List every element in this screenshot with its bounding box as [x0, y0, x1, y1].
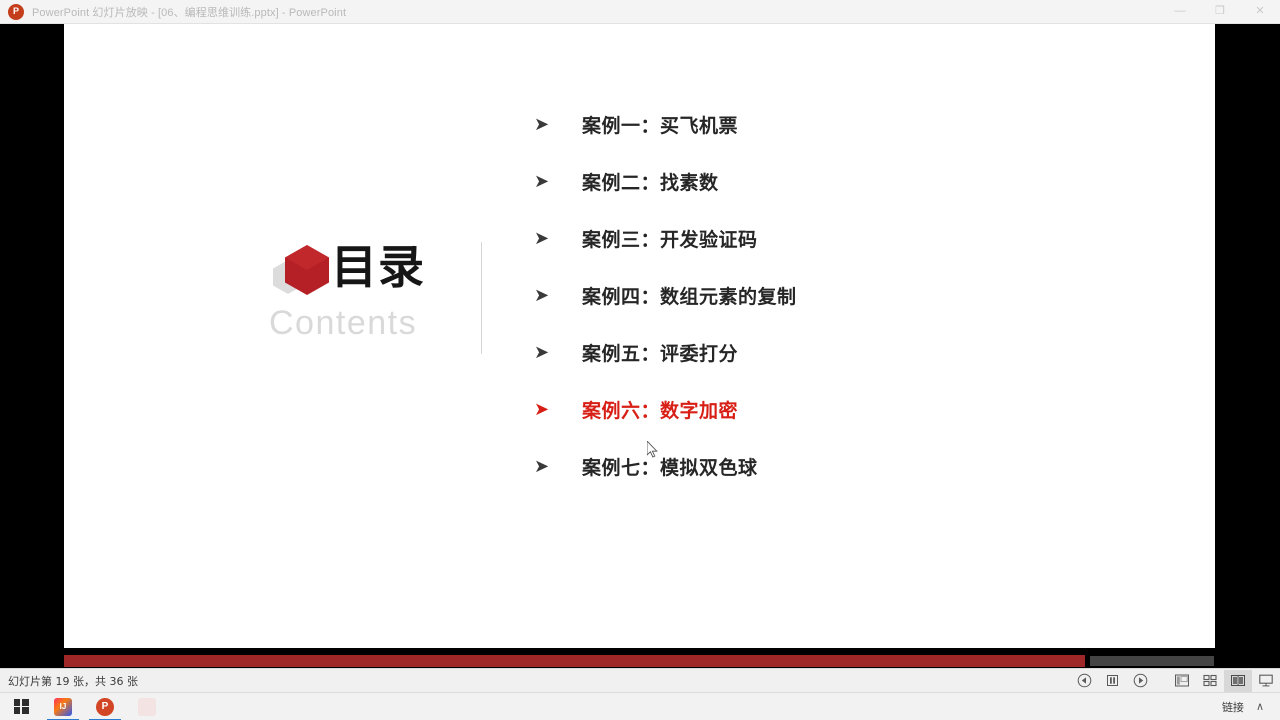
normal-view-icon — [1175, 674, 1189, 687]
slide-counter-text: 幻灯片第 19 张，共 36 张 — [8, 674, 138, 688]
window-title-bar: P PowerPoint 幻灯片放映 - [06、编程思维训练.pptx] - … — [0, 0, 1280, 24]
list-item[interactable]: ➤ 案例三：开发验证码 — [534, 210, 1174, 267]
list-item[interactable]: ➤ 案例一：买飞机票 — [534, 96, 1174, 153]
status-bar: 幻灯片第 19 张，共 36 张 — [0, 668, 1280, 692]
screen: P PowerPoint 幻灯片放映 - [06、编程思维训练.pptx] - … — [0, 0, 1280, 720]
list-item-label: 案例七：模拟双色球 — [582, 457, 758, 479]
pause-bars-icon — [1106, 675, 1118, 686]
normal-view-button[interactable] — [1168, 670, 1196, 692]
circle-play-icon — [1133, 673, 1147, 688]
list-item-label: 案例五：评委打分 — [582, 343, 739, 365]
intellij-idea-icon: IJ — [54, 697, 72, 716]
previous-slide-button[interactable] — [1070, 670, 1098, 692]
slide-sorter-button[interactable] — [1196, 670, 1224, 692]
minimize-icon: — — [1174, 5, 1186, 17]
chevron-up-icon[interactable]: ∧ — [1256, 700, 1264, 713]
powerpoint-icon: P — [8, 3, 24, 20]
next-slide-button[interactable] — [1126, 670, 1154, 692]
taskbar-app-inactive[interactable] — [126, 693, 168, 720]
powerpoint-taskbar-icon: P — [96, 697, 114, 716]
windows-start-icon — [13, 699, 29, 714]
bullet-arrow-icon: ➤ — [534, 170, 550, 192]
slide-canvas[interactable]: 目录 Contents ➤ 案例一：买飞机票 ➤ 案例二：找素数 ➤ 案例三：开… — [64, 24, 1215, 648]
list-item[interactable]: ➤ 案例五：评委打分 — [534, 324, 1174, 381]
slideshow-progress-bar[interactable] — [64, 655, 1215, 667]
table-of-contents: ➤ 案例一：买飞机票 ➤ 案例二：找素数 ➤ 案例三：开发验证码 ➤ 案例四：数… — [534, 96, 1174, 495]
progress-fill — [64, 655, 1085, 667]
window-controls: — ❐ ✕ — [1160, 0, 1280, 24]
mouse-cursor-icon — [647, 441, 658, 458]
bullet-arrow-icon: ➤ — [534, 227, 550, 249]
bullet-arrow-icon: ➤ — [534, 455, 550, 477]
bullet-arrow-icon: ➤ — [534, 284, 550, 306]
circle-left-arrow-icon — [1077, 673, 1091, 688]
bullet-arrow-icon: ➤ — [534, 341, 550, 363]
list-item-label: 案例三：开发验证码 — [582, 229, 758, 251]
list-item-label: 案例四：数组元素的复制 — [582, 286, 797, 308]
bullet-arrow-icon: ➤ — [534, 398, 550, 420]
list-item[interactable]: ➤ 案例四：数组元素的复制 — [534, 267, 1174, 324]
reading-view-icon — [1231, 675, 1245, 686]
slideshow-icon — [1259, 674, 1273, 687]
minimize-button[interactable]: — — [1160, 0, 1200, 24]
taskbar-app-intellij[interactable]: IJ — [42, 693, 84, 720]
bullet-arrow-icon: ➤ — [534, 113, 550, 135]
list-item[interactable]: ➤ 案例七：模拟双色球 — [534, 438, 1174, 495]
slideshow-button[interactable] — [1252, 670, 1280, 692]
close-button[interactable]: ✕ — [1240, 0, 1280, 24]
list-item-label: 案例二：找素数 — [582, 172, 719, 194]
window-title: PowerPoint 幻灯片放映 - [06、编程思维训练.pptx] - Po… — [32, 6, 347, 19]
reading-view-button[interactable] — [1224, 669, 1252, 692]
list-item[interactable]: ➤ 案例二：找素数 — [534, 153, 1174, 210]
progress-track — [1090, 656, 1214, 666]
heading-chinese: 目录 — [331, 240, 425, 294]
status-bar-buttons — [1070, 669, 1280, 693]
tray-link-label[interactable]: 链接 — [1222, 699, 1244, 715]
hexagon-logo — [269, 242, 331, 298]
taskbar-app-powerpoint[interactable]: P — [84, 693, 126, 720]
vertical-divider — [481, 242, 482, 354]
pause-button[interactable] — [1098, 670, 1126, 692]
slide-heading-block: 目录 Contents — [269, 236, 485, 356]
system-tray: 链接 ∧ — [1222, 699, 1280, 715]
inactive-app-icon — [138, 697, 156, 716]
list-item-label: 案例一：买飞机票 — [582, 115, 739, 137]
heading-english: Contents — [269, 304, 418, 342]
list-item-active[interactable]: ➤ 案例六：数字加密 — [534, 381, 1174, 438]
start-button[interactable] — [0, 693, 42, 720]
restore-icon: ❐ — [1215, 5, 1225, 17]
slide-sorter-icon — [1203, 674, 1217, 687]
windows-taskbar: IJ P 链接 ∧ — [0, 692, 1280, 720]
close-icon: ✕ — [1255, 5, 1265, 17]
list-item-label: 案例六：数字加密 — [582, 400, 739, 422]
restore-button[interactable]: ❐ — [1200, 0, 1240, 24]
